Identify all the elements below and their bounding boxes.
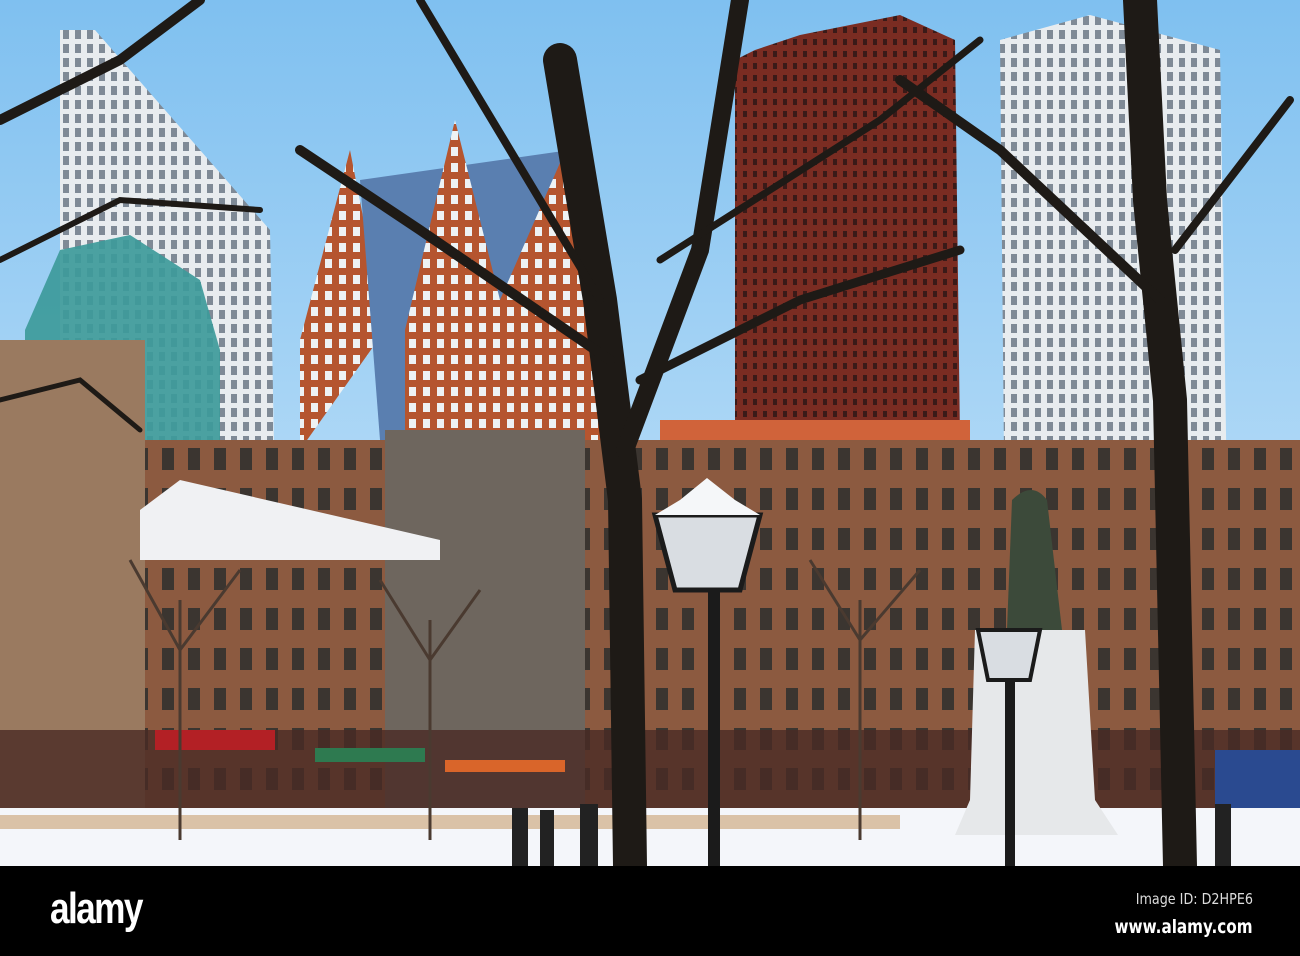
- orange-awning: [445, 760, 565, 772]
- terrace-chairs: [0, 815, 900, 829]
- photo-scene: [0, 0, 1300, 866]
- alamy-logo: alamy: [50, 884, 143, 933]
- red-awning: [155, 730, 275, 750]
- image-id: Image ID: D2HPE6: [1135, 890, 1253, 908]
- green-awning: [315, 748, 425, 762]
- blue-tram: [1215, 750, 1300, 810]
- alamy-url: www.alamy.com: [1114, 916, 1253, 938]
- watermark-bar: alamy Image ID: D2HPE6 www.alamy.com: [0, 866, 1300, 956]
